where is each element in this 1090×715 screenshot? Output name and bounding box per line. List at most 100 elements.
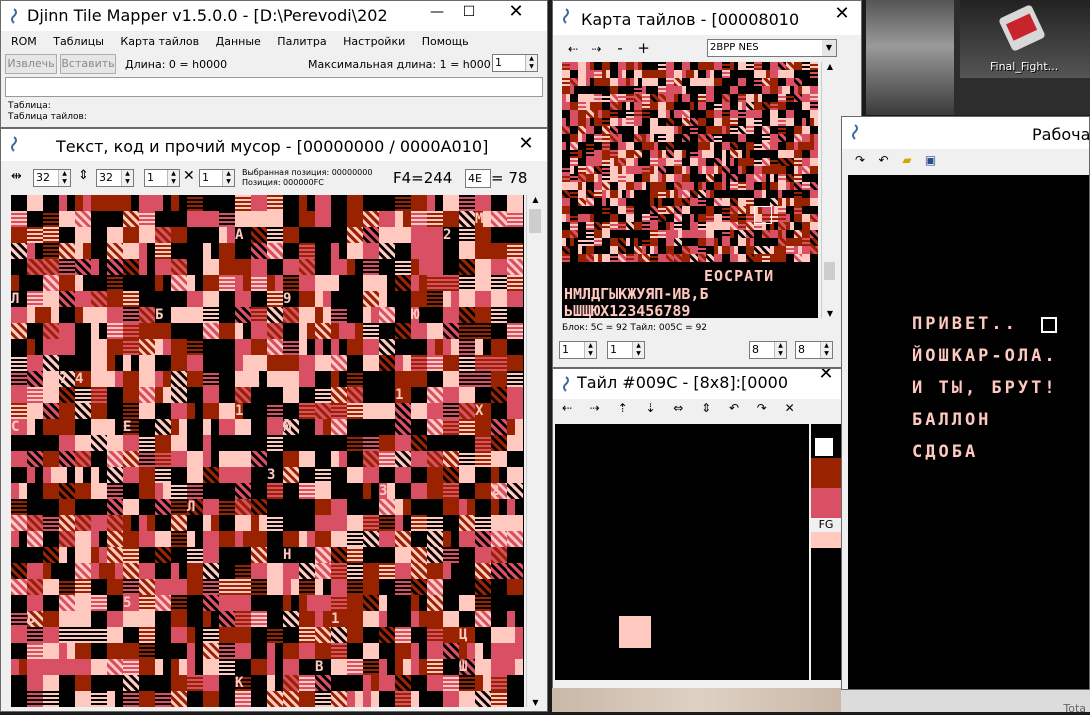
clear-icon[interactable]: ✕ [778, 401, 802, 415]
menu-settings[interactable]: Настройки [343, 35, 405, 48]
format-select[interactable]: 2BPP NES ▼ [707, 39, 837, 57]
shift-left-icon[interactable]: ⇠ [555, 401, 579, 415]
tile-cell [219, 211, 235, 227]
tile-cell [363, 291, 379, 307]
close-button[interactable]: ✕ [493, 1, 539, 23]
menu-data[interactable]: Данные [216, 35, 261, 48]
map-spinner-2[interactable]: 1 ▲ ▼ [607, 341, 645, 359]
tilemap-canvas[interactable]: ЕОСРАТИ НМЛДГЫКЖУЯП-ИВ,Б ЬШЩЮХ123456789 [562, 62, 818, 318]
tile-cell [802, 246, 810, 254]
height-spinner[interactable]: 32 ▲ ▼ [96, 169, 134, 187]
zoom-out-icon[interactable]: - [610, 39, 630, 57]
tile-cell [267, 195, 283, 211]
tile-cell [507, 211, 523, 227]
tile-cell [443, 371, 459, 387]
flip-vertical-icon[interactable]: ⇕ [694, 401, 718, 415]
tile-cell [27, 387, 43, 403]
tile-cell [778, 158, 786, 166]
palette-swatch-pink[interactable] [811, 488, 841, 518]
flip-horizontal-icon[interactable]: ⇔ [666, 401, 690, 415]
tile-cell [43, 211, 59, 227]
map-spinner-1[interactable]: 1 ▲ ▼ [559, 341, 597, 359]
tile-cell [578, 70, 586, 78]
undo-icon[interactable]: ↶ [874, 153, 894, 167]
tile-cell [459, 243, 475, 259]
scroll-up-icon[interactable]: ▲ [527, 195, 544, 204]
text-vertical-scrollbar[interactable]: ▲ ▼ [526, 195, 544, 707]
tilemap-close-button[interactable]: ✕ [819, 3, 861, 25]
tile-cell [594, 166, 602, 174]
rotate-right-icon[interactable]: ↷ [750, 401, 774, 415]
maxlen-spinner[interactable]: 1 ▲ ▼ [492, 54, 538, 72]
tile-cell [674, 254, 682, 262]
text-tile-canvas[interactable]: Л 7 Н М Ю 2 1 3 К Ш Л В 1 А 5 Б Ц М Н Ь Х Д Е 1 2 9 3 4 С Ж [11, 195, 524, 707]
shift-up-icon[interactable]: ⇡ [611, 401, 635, 415]
menu-tables[interactable]: Таблицы [53, 35, 104, 48]
palette-fg-swatch[interactable]: FG [811, 518, 841, 548]
tile-cell [594, 174, 602, 182]
menu-help[interactable]: Помощь [422, 35, 469, 48]
map-scroll-up-icon[interactable]: ▲ [822, 62, 838, 71]
text-input-line[interactable] [5, 77, 543, 97]
tile-cell [698, 102, 706, 110]
save-icon[interactable]: ▣ [921, 153, 941, 167]
palette-swatch-darkred[interactable] [811, 458, 841, 488]
tile-close-button[interactable]: ✕ [803, 369, 841, 385]
minimize-button[interactable]: — [425, 3, 449, 21]
scroll-down-icon[interactable]: ▼ [527, 698, 544, 707]
extract-button[interactable]: Извлечь [5, 54, 57, 74]
tile-cell [123, 387, 139, 403]
work-canvas[interactable]: ПРИВЕТ.. ЙОШКАР-ОЛА. И ТЫ, БРУТ! БАЛЛОН … [848, 175, 1089, 689]
tile-cell [602, 182, 610, 190]
scroll-thumb[interactable] [529, 209, 541, 233]
width-spinner[interactable]: 32 ▲ ▼ [33, 169, 71, 187]
tile-cell [75, 451, 91, 467]
palette-swatch-white[interactable] [815, 438, 833, 456]
text-close-button[interactable]: ✕ [503, 133, 547, 155]
tile-cell [123, 643, 139, 659]
rotate-left-icon[interactable]: ↶ [722, 401, 746, 415]
map-scroll-down-icon[interactable]: ▼ [822, 309, 838, 318]
tile-cell [203, 403, 219, 419]
tile-cell [123, 563, 139, 579]
tile-cell [682, 190, 690, 198]
tile-cell [107, 339, 123, 355]
col-spinner[interactable]: 1 ▲ ▼ [144, 169, 180, 187]
desktop-icon[interactable]: Final_Fight... [960, 0, 1090, 78]
tile-cell [59, 643, 75, 659]
tile-cell [427, 483, 443, 499]
open-folder-icon[interactable]: ▰ [897, 153, 917, 167]
row-spinner[interactable]: 1 ▲ ▼ [199, 169, 235, 187]
menu-tilemap[interactable]: Карта тайлов [120, 35, 199, 48]
tile-cell [650, 126, 658, 134]
tile-cell [570, 62, 578, 70]
hex-input[interactable]: 4E [465, 169, 491, 188]
menu-palette[interactable]: Палитра [277, 35, 326, 48]
map-scroll-thumb[interactable] [824, 262, 835, 280]
redo-icon[interactable]: ↷ [850, 153, 870, 167]
times-icon: ✕ [183, 168, 195, 184]
tile-cell [475, 275, 491, 291]
arrow-left-icon[interactable]: ⇠ [563, 42, 583, 56]
map-spinner-3[interactable]: 8 ▲ ▼ [749, 341, 787, 359]
tile-cell [299, 691, 315, 707]
tile-cell [730, 254, 738, 262]
menu-rom[interactable]: ROM [11, 35, 37, 48]
tile-pixel-canvas[interactable] [555, 424, 809, 680]
tile-cell [786, 94, 794, 102]
map-spinner-4[interactable]: 8 ▲ ▼ [795, 341, 833, 359]
tile-cell [43, 339, 59, 355]
tile-cell [203, 563, 219, 579]
arrow-right-icon[interactable]: ⇢ [587, 42, 607, 56]
maximize-button[interactable]: ☐ [457, 3, 481, 21]
shift-right-icon[interactable]: ⇢ [583, 401, 607, 415]
zoom-in-icon[interactable]: + [634, 39, 654, 57]
tile-cell [778, 246, 786, 254]
tile-cell [762, 126, 770, 134]
insert-button[interactable]: Вставить [60, 54, 116, 74]
shift-down-icon[interactable]: ⇣ [638, 401, 662, 415]
tile-cell [706, 86, 714, 94]
tile-cell [395, 451, 411, 467]
tile-cell [283, 307, 299, 323]
tilemap-scrollbar[interactable]: ▲ ▼ [821, 62, 838, 318]
